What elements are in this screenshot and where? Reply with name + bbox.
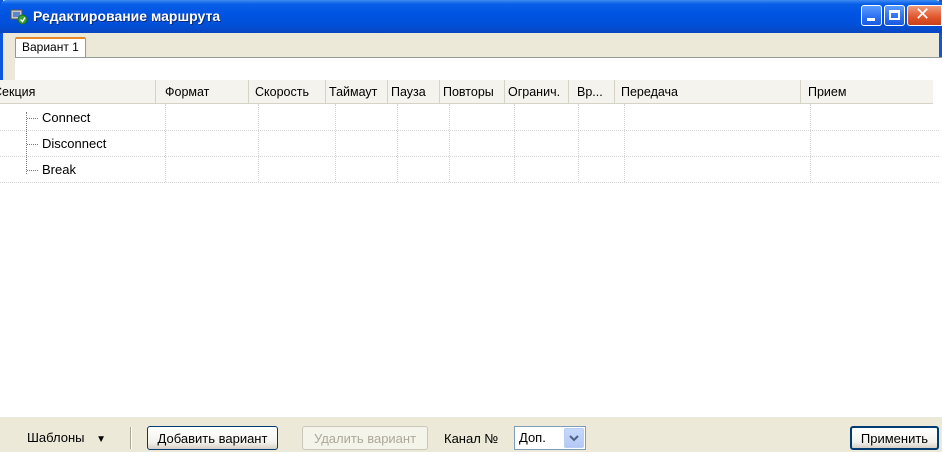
section-name: Connect bbox=[42, 110, 91, 125]
close-icon: ✕ bbox=[915, 4, 931, 25]
minimize-button[interactable] bbox=[861, 5, 882, 26]
apply-button[interactable]: Применить bbox=[850, 426, 939, 450]
channel-label: Канал № bbox=[444, 431, 499, 446]
tree-line bbox=[26, 112, 27, 174]
templates-label: Шаблоны bbox=[27, 430, 85, 445]
row-divider bbox=[0, 130, 939, 131]
column-divider bbox=[335, 104, 336, 182]
combo-dropdown-button[interactable] bbox=[564, 428, 584, 448]
route-edit-window: Редактирование маршрута ✕ Вариант 1 Секц… bbox=[0, 0, 942, 450]
column-divider bbox=[258, 104, 259, 182]
column-header-section[interactable]: Секция bbox=[0, 80, 156, 103]
row-divider bbox=[0, 156, 939, 157]
section-name: Break bbox=[42, 162, 76, 177]
table-row[interactable]: Break bbox=[42, 156, 76, 181]
column-divider bbox=[165, 104, 166, 182]
tab-variant-1[interactable]: Вариант 1 bbox=[15, 37, 86, 57]
title-bar[interactable]: Редактирование маршрута ✕ bbox=[0, 0, 942, 33]
minimize-icon bbox=[867, 18, 875, 21]
table-header: Секция Формат Скорость Таймаут Пауза Пов… bbox=[0, 80, 933, 104]
add-variant-button[interactable]: Добавить вариант bbox=[147, 426, 278, 450]
column-header-receive[interactable]: Прием bbox=[801, 80, 930, 103]
window-title: Редактирование маршрута bbox=[33, 8, 221, 24]
column-divider bbox=[810, 104, 811, 182]
column-header-timeout[interactable]: Таймаут bbox=[326, 80, 388, 103]
toolbar-separator bbox=[130, 427, 132, 449]
delete-variant-button[interactable]: Удалить вариант bbox=[302, 426, 428, 450]
channel-select[interactable]: Доп. bbox=[514, 426, 586, 450]
sections-table: Connect Disconnect Break bbox=[0, 104, 939, 417]
channel-value: Доп. bbox=[519, 430, 546, 445]
column-divider bbox=[624, 104, 625, 182]
close-button[interactable]: ✕ bbox=[907, 5, 942, 26]
tree-branch bbox=[27, 144, 38, 145]
column-divider bbox=[397, 104, 398, 182]
column-header-format[interactable]: Формат bbox=[156, 80, 249, 103]
dropdown-arrow-icon: ▼ bbox=[96, 434, 107, 445]
section-name: Disconnect bbox=[42, 136, 107, 151]
templates-dropdown-button[interactable]: Шаблоны ▼ bbox=[22, 426, 122, 450]
chevron-down-icon bbox=[569, 435, 579, 442]
tab-label: Вариант 1 bbox=[22, 40, 79, 54]
column-header-pause[interactable]: Пауза bbox=[388, 80, 440, 103]
row-divider bbox=[0, 182, 939, 183]
tree-branch bbox=[27, 170, 38, 171]
column-header-time[interactable]: Вр... bbox=[569, 80, 615, 103]
column-divider bbox=[449, 104, 450, 182]
column-header-transmit[interactable]: Передача bbox=[615, 80, 801, 103]
column-header-speed[interactable]: Скорость bbox=[249, 80, 326, 103]
tree-branch bbox=[27, 118, 38, 119]
column-divider bbox=[578, 104, 579, 182]
column-divider bbox=[514, 104, 515, 182]
maximize-icon bbox=[889, 10, 900, 20]
bottom-toolbar: Шаблоны ▼ Добавить вариант Удалить вариа… bbox=[0, 417, 942, 450]
table-row[interactable]: Disconnect bbox=[42, 130, 106, 155]
route-app-icon bbox=[10, 9, 28, 25]
column-header-limit[interactable]: Огранич. bbox=[505, 80, 569, 103]
column-header-repeats[interactable]: Повторы bbox=[440, 80, 505, 103]
table-row[interactable]: Connect bbox=[42, 104, 90, 129]
maximize-button[interactable] bbox=[884, 5, 905, 26]
